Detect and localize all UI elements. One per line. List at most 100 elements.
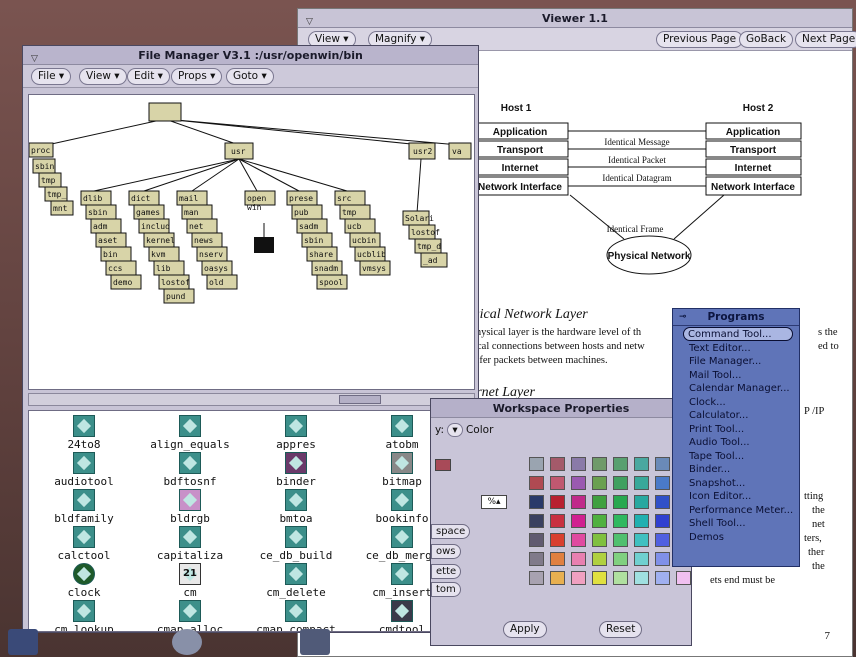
palette-button[interactable]: ette [431, 564, 462, 579]
programs-menu-item[interactable]: Icon Editor... [673, 490, 799, 504]
root-folder-icon[interactable] [148, 102, 182, 122]
color-swatch[interactable] [571, 457, 586, 471]
file-icon-item[interactable]: align_equals [135, 415, 245, 451]
programs-menu-item[interactable]: File Manager... [673, 355, 799, 369]
reset-button[interactable]: Reset [599, 621, 643, 638]
programs-menu-item[interactable]: Calculator... [673, 409, 799, 423]
color-swatch[interactable] [571, 552, 586, 566]
category-menu-button[interactable]: ▾ [447, 423, 463, 437]
color-swatch[interactable] [550, 552, 565, 566]
color-swatch[interactable] [571, 476, 586, 490]
file-icon-item[interactable]: bldrgb [135, 489, 245, 525]
workspace-button[interactable]: space [431, 524, 471, 539]
color-swatch[interactable] [571, 533, 586, 547]
viewer-titlebar[interactable]: ▽ Viewer 1.1 [298, 9, 852, 28]
file-icon-item[interactable]: binder [241, 452, 351, 488]
file-icon-item[interactable]: cm_delete [241, 563, 351, 599]
programs-menu-item[interactable]: Command Tool... [683, 327, 793, 341]
programs-menu-item[interactable]: Audio Tool... [673, 436, 799, 450]
windows-button[interactable]: ows [431, 544, 461, 559]
folder-tree-pane[interactable]: proc usr usr2 va sbin tmp tmp_ mnt dlib s… [28, 94, 475, 390]
color-swatch[interactable] [613, 552, 628, 566]
goto-menu-button[interactable]: Goto ▾ [226, 68, 274, 85]
custom-button[interactable]: tom [431, 582, 461, 597]
color-swatch[interactable] [592, 495, 607, 509]
color-swatch[interactable] [655, 514, 670, 528]
color-swatch[interactable] [634, 495, 649, 509]
percent-field[interactable]: %▴ [481, 495, 507, 509]
programs-menu-item[interactable]: Shell Tool... [673, 517, 799, 531]
color-swatch[interactable] [571, 495, 586, 509]
color-swatch[interactable] [571, 514, 586, 528]
color-swatch[interactable] [655, 571, 670, 585]
color-swatch[interactable] [550, 514, 565, 528]
color-swatch[interactable] [634, 533, 649, 547]
file-icon-item[interactable]: capitaliza [135, 526, 245, 562]
color-swatch[interactable] [571, 571, 586, 585]
programs-menu-item[interactable]: Snapshot... [673, 477, 799, 491]
file-icon-item[interactable]: clock [29, 563, 139, 599]
color-swatch[interactable] [529, 495, 544, 509]
desktop-app-icon[interactable] [300, 629, 330, 655]
color-swatch[interactable] [550, 533, 565, 547]
color-swatch[interactable] [550, 571, 565, 585]
color-swatch[interactable] [634, 457, 649, 471]
pushpin-icon[interactable]: ⊸ [679, 309, 687, 326]
programs-menu-item[interactable]: Text Editor... [673, 342, 799, 356]
color-swatch[interactable] [613, 457, 628, 471]
props-menu-button[interactable]: Props ▾ [171, 68, 223, 85]
file-menu-button[interactable]: File ▾ [31, 68, 72, 85]
color-swatch[interactable] [529, 457, 544, 471]
color-swatch[interactable] [550, 457, 565, 471]
view-menu-button[interactable]: View ▾ [79, 68, 127, 85]
color-swatch[interactable] [529, 533, 544, 547]
color-swatch[interactable] [592, 552, 607, 566]
color-swatch[interactable] [529, 514, 544, 528]
color-swatch[interactable] [592, 457, 607, 471]
next-page-button[interactable]: Next Page [795, 31, 856, 48]
color-swatch[interactable] [634, 476, 649, 490]
file-icon-item[interactable]: ce_db_build [241, 526, 351, 562]
file-icon-item[interactable]: 21 cm [135, 563, 245, 599]
tree-horizontal-scrollbar[interactable] [28, 393, 475, 406]
color-swatch[interactable] [655, 495, 670, 509]
color-swatch[interactable] [550, 476, 565, 490]
color-swatch[interactable] [613, 533, 628, 547]
desktop-app-icon[interactable] [8, 629, 38, 655]
color-swatch[interactable] [529, 476, 544, 490]
programs-menu-item[interactable]: Mail Tool... [673, 369, 799, 383]
color-swatch[interactable] [529, 552, 544, 566]
programs-menu-item[interactable]: Demos [673, 531, 799, 545]
color-swatch[interactable] [676, 571, 691, 585]
color-swatch[interactable] [592, 571, 607, 585]
color-swatch[interactable] [634, 514, 649, 528]
scrollbar-thumb[interactable] [339, 395, 381, 404]
file-icon-item[interactable]: bdftosnf [135, 452, 245, 488]
color-swatch[interactable] [634, 552, 649, 566]
color-swatch[interactable] [592, 476, 607, 490]
file-icon-item[interactable]: bmtoa [241, 489, 351, 525]
color-swatch[interactable] [613, 514, 628, 528]
file-manager-titlebar[interactable]: ▽ File Manager V3.1 :/usr/openwin/bin [23, 46, 478, 65]
color-swatch[interactable] [655, 533, 670, 547]
programs-menu-item[interactable]: Clock... [673, 396, 799, 410]
clock-desktop-icon[interactable] [172, 629, 202, 655]
go-back-button[interactable]: GoBack [739, 31, 794, 48]
file-icon-pane[interactable]: 24to8 align_equals appres atobm audiotool bdf… [28, 410, 475, 632]
previous-page-button[interactable]: Previous Page [656, 31, 744, 48]
file-icon-item[interactable]: appres [241, 415, 351, 451]
programs-menu-item[interactable]: Performance Meter... [673, 504, 799, 518]
color-swatch[interactable] [655, 476, 670, 490]
file-icon-item[interactable]: 24to8 [29, 415, 139, 451]
openwin-folder-selected-icon[interactable] [254, 237, 274, 253]
file-icon-item[interactable]: bldfamily [29, 489, 139, 525]
color-swatch[interactable] [613, 495, 628, 509]
programs-menu-item[interactable]: Binder... [673, 463, 799, 477]
programs-menu-item[interactable]: Tape Tool... [673, 450, 799, 464]
color-swatch[interactable] [655, 552, 670, 566]
color-swatch[interactable] [592, 533, 607, 547]
color-swatch[interactable] [655, 457, 670, 471]
file-icon-item[interactable]: calctool [29, 526, 139, 562]
color-swatch[interactable] [529, 571, 544, 585]
edit-menu-button[interactable]: Edit ▾ [127, 68, 170, 85]
